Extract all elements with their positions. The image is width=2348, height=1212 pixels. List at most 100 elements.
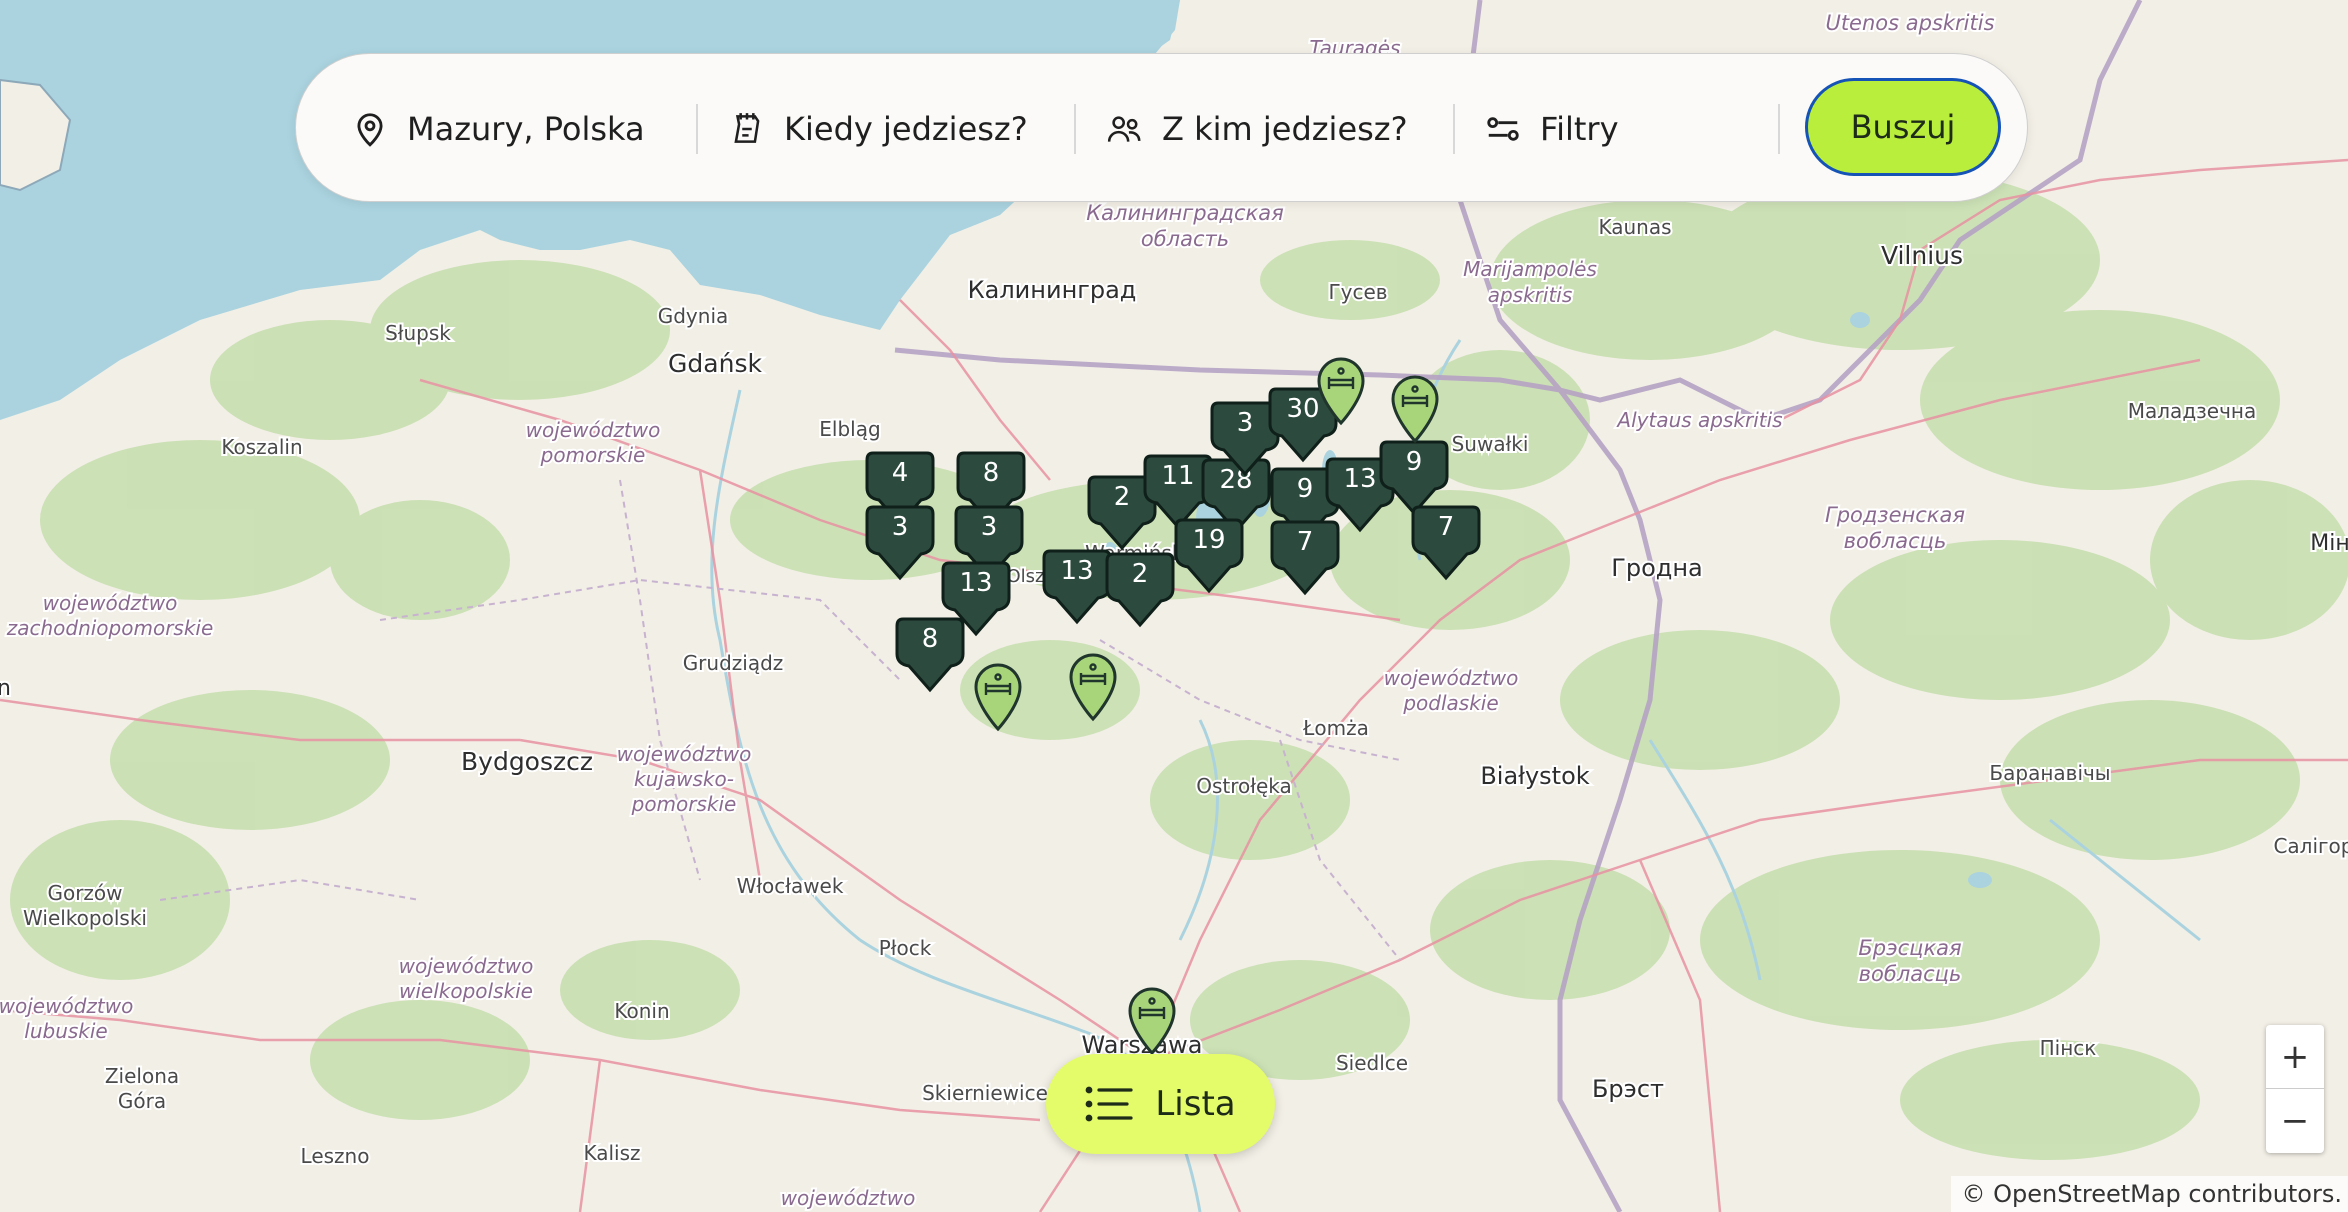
map-label-wlkp1: województwo (399, 954, 534, 978)
cluster-marker[interactable]: 8 (893, 614, 967, 696)
map-label-bialystok: Białystok (1480, 762, 1589, 790)
cluster-count: 7 (1437, 512, 1455, 542)
map-label-podlaskie1: województwo (1384, 666, 1519, 690)
map-label-gorzow1: Gorzów (47, 881, 122, 905)
filters-label: Filtry (1540, 109, 1619, 148)
map-label-brest_obl2: вобласць (1859, 962, 1962, 986)
zoom-in-button[interactable]: + (2266, 1025, 2324, 1089)
divider (696, 104, 698, 154)
map-label-zachod2: zachodniopomorskie (6, 616, 214, 640)
map-label-kaliningrad: Калининград (968, 276, 1137, 304)
map-label-baranavichy: Баранавічы (1989, 761, 2110, 785)
map-label-slupsk: Słupsk (385, 321, 451, 345)
property-pin[interactable] (1126, 987, 1178, 1057)
calendar-icon (728, 110, 766, 148)
map-label-skierniewice: Skierniewice (922, 1081, 1048, 1105)
cluster-marker[interactable]: 7 (1409, 502, 1483, 584)
map-label-podlaskie2: podlaskie (1402, 691, 1498, 715)
search-bar: Mazury, Polska Kiedy jedziesz? Z kim jed… (295, 53, 2028, 202)
map-label-siedlce: Siedlce (1336, 1051, 1408, 1075)
list-view-label: Lista (1155, 1084, 1236, 1124)
map-label-kalisz: Kalisz (583, 1141, 640, 1165)
map-label-zielona2: Góra (118, 1089, 166, 1113)
map-label-minsk: Мін (2310, 531, 2348, 556)
cluster-count: 3 (891, 512, 909, 542)
filters-button[interactable]: Filtry (1484, 54, 1619, 203)
map-label-brest_obl1: Брэсцкая (1858, 936, 1961, 960)
map-label-bydgoszcz: Bydgoszcz (461, 747, 593, 776)
map-label-gdansk: Gdańsk (668, 349, 762, 378)
map-label-kuj3: pomorskie (631, 792, 737, 816)
map-label-kaunas: Kaunas (1598, 215, 1671, 239)
map-label-plock: Płock (879, 936, 932, 960)
map-label-pomorskie1: województwo (526, 418, 661, 442)
map-label-gorzow2: Wielkopolski (23, 906, 147, 930)
divider (1778, 104, 1780, 154)
divider (1453, 104, 1455, 154)
map-label-konin: Konin (614, 999, 669, 1023)
map-label-koszalin: Koszalin (221, 435, 302, 459)
map-label-gusev: Гусев (1328, 280, 1387, 304)
map-label-marijampoles2: apskritis (1488, 283, 1573, 307)
location-field[interactable]: Mazury, Polska (351, 54, 645, 203)
cluster-marker[interactable]: 2 (1103, 549, 1177, 631)
cluster-count: 9 (1405, 447, 1423, 477)
map-label-ostroleka: Ostrołęka (1196, 774, 1292, 798)
cluster-count: 2 (1131, 559, 1149, 589)
cluster-count: 19 (1192, 525, 1226, 555)
map-label-lub1: województwo (0, 994, 133, 1018)
map-label-utenos: Utenos apskritis (1825, 11, 1994, 35)
people-icon (1106, 110, 1144, 148)
map-attribution[interactable]: © OpenStreetMap contributors. (1951, 1176, 2348, 1212)
cluster-marker[interactable]: 7 (1268, 517, 1342, 599)
map-label-lomza: Łomża (1302, 716, 1369, 740)
map-label-suwalki: Suwałki (1452, 432, 1529, 456)
cluster-count: 8 (982, 458, 1000, 488)
map-label-grodno_obl1: Гродзенская (1825, 503, 1965, 527)
map-label-wlkp2: wielkopolskie (399, 979, 533, 1003)
map-label-pinsk: Пінск (2040, 1036, 2097, 1060)
cluster-marker[interactable]: 3 (863, 502, 937, 584)
map-label-zielona1: Zielona (105, 1064, 179, 1088)
map-label-zachod1: województwo (43, 591, 178, 615)
map-label-wloclawek: Włocławek (737, 874, 844, 898)
map-label-elblag: Elbląg (819, 417, 880, 441)
map-label-kaliningrad_obl: Калининградская (1086, 201, 1283, 225)
property-pin[interactable] (1315, 357, 1367, 427)
property-pin[interactable] (972, 663, 1024, 733)
divider (1074, 104, 1076, 154)
map-label-grodno_obl2: вобласць (1844, 529, 1947, 553)
property-pin[interactable] (1067, 653, 1119, 723)
list-view-button[interactable]: Lista (1046, 1054, 1275, 1154)
map-label-leszno: Leszno (301, 1144, 370, 1168)
location-pin-icon (351, 110, 389, 148)
map-label-grudziadz: Grudziądz (683, 651, 784, 675)
map-label-bottom_woj: województwo (781, 1186, 916, 1210)
search-button[interactable]: Buszuj (1805, 78, 2001, 176)
cluster-count: 4 (891, 458, 909, 488)
cluster-count: 7 (1296, 527, 1314, 557)
when-placeholder: Kiedy jedziesz? (784, 109, 1028, 148)
location-value: Mazury, Polska (407, 109, 645, 148)
cluster-count: 3 (980, 512, 998, 542)
zoom-out-button[interactable]: − (2266, 1089, 2324, 1153)
cluster-count: 8 (921, 624, 939, 654)
cluster-marker[interactable]: 19 (1172, 515, 1246, 597)
map-label-marijampoles: Marijampolės (1463, 257, 1597, 281)
map-label-kuj1: województwo (617, 742, 752, 766)
map-label-saligorsk: Салігорск (2273, 834, 2348, 858)
list-icon (1085, 1084, 1135, 1124)
map-label-kaliningrad_obl2: область (1141, 227, 1229, 251)
cluster-count: 13 (959, 568, 993, 598)
map-label-kuj2: kujawsko- (634, 767, 734, 791)
map-label-left_n: n (0, 676, 11, 701)
who-field[interactable]: Z kim jedziesz? (1106, 54, 1408, 203)
when-field[interactable]: Kiedy jedziesz? (728, 54, 1028, 203)
map-label-lub2: lubuskie (24, 1019, 107, 1043)
map-label-grodna: Гродна (1611, 554, 1703, 582)
map-label-gdynia: Gdynia (658, 304, 729, 328)
who-placeholder: Z kim jedziesz? (1162, 109, 1408, 148)
map-label-vilnius: Vilnius (1881, 241, 1963, 270)
property-pin[interactable] (1389, 375, 1441, 445)
zoom-controls: + − (2266, 1025, 2324, 1153)
